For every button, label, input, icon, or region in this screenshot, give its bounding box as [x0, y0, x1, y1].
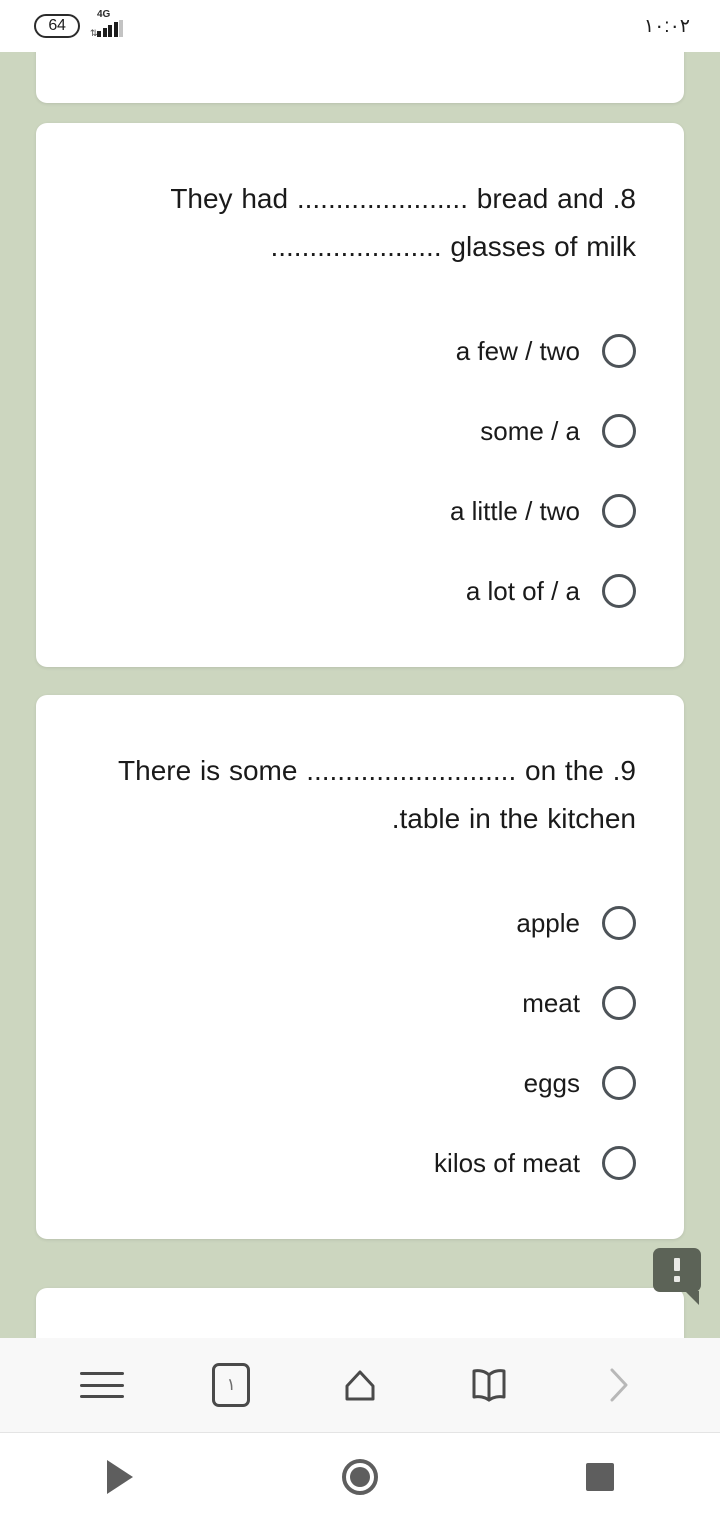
- tabs-button[interactable]: ١: [194, 1348, 268, 1422]
- android-navigation-bar: [0, 1433, 720, 1520]
- open-book-icon[interactable]: [466, 1363, 512, 1407]
- recents-square-icon[interactable]: [586, 1462, 614, 1491]
- option-label[interactable]: eggs: [524, 1068, 580, 1099]
- nav-home-button[interactable]: [240, 1433, 480, 1520]
- browser-toolbar: ١: [0, 1338, 720, 1433]
- battery-level-text: 64: [48, 17, 66, 34]
- signal-bars-icon: [97, 20, 123, 37]
- radio-button-icon[interactable]: [602, 574, 636, 608]
- option-row[interactable]: eggs: [84, 1043, 636, 1123]
- option-label[interactable]: kilos of meat: [434, 1148, 580, 1179]
- question-card-partial-below[interactable]: [36, 1288, 684, 1338]
- signal-icon: 4G ⇅: [90, 9, 126, 41]
- exclamation-mark-icon: [674, 1258, 680, 1282]
- warning-tooltip-bubble[interactable]: [653, 1248, 701, 1305]
- option-label[interactable]: a little / two: [450, 496, 580, 527]
- nav-back-button[interactable]: [0, 1433, 240, 1520]
- data-transfer-arrows-icon: ⇅: [90, 28, 97, 38]
- radio-button-icon[interactable]: [602, 1146, 636, 1180]
- radio-button-icon[interactable]: [602, 1066, 636, 1100]
- question-9-prompt: There is some ..........................…: [36, 695, 684, 843]
- question-8-prompt-line-1: They had ...................... bread an…: [170, 183, 636, 214]
- option-label[interactable]: a lot of / a: [466, 576, 580, 607]
- option-row[interactable]: a lot of / a: [84, 551, 636, 631]
- option-row[interactable]: a little / two: [84, 471, 636, 551]
- question-8-options: a few / two some / a a little / two a lo…: [36, 271, 684, 631]
- question-card-9[interactable]: There is some ..........................…: [36, 695, 684, 1239]
- status-bar: 64 4G ⇅ ١٠:٠٢: [0, 0, 720, 52]
- option-row[interactable]: some / a: [84, 391, 636, 471]
- status-bar-clock: ١٠:٠٢: [643, 15, 690, 37]
- back-triangle-icon[interactable]: [107, 1459, 133, 1494]
- option-label[interactable]: apple: [516, 908, 580, 939]
- radio-button-icon[interactable]: [602, 414, 636, 448]
- question-card-8[interactable]: They had ...................... bread an…: [36, 123, 684, 667]
- chevron-forward-icon[interactable]: [598, 1360, 638, 1410]
- bookmarks-button[interactable]: [452, 1348, 526, 1422]
- radio-button-icon[interactable]: [602, 334, 636, 368]
- network-type-label: 4G: [97, 9, 111, 20]
- option-row[interactable]: meat: [84, 963, 636, 1043]
- battery-level-badge: 64: [34, 14, 80, 38]
- hamburger-menu-icon[interactable]: [80, 1372, 125, 1398]
- radio-button-icon[interactable]: [602, 986, 636, 1020]
- radio-button-icon[interactable]: [602, 494, 636, 528]
- nav-recents-button[interactable]: [480, 1433, 720, 1520]
- status-bar-left-group: 64 4G ⇅: [0, 9, 126, 41]
- home-button[interactable]: [323, 1348, 397, 1422]
- question-9-prompt-line-1: There is some ..........................…: [118, 755, 636, 786]
- menu-button[interactable]: [65, 1348, 139, 1422]
- question-9-options: apple meat eggs kilos of meat: [36, 843, 684, 1203]
- option-label[interactable]: some / a: [480, 416, 580, 447]
- radio-button-icon[interactable]: [602, 906, 636, 940]
- option-row[interactable]: kilos of meat: [84, 1123, 636, 1203]
- question-9-prompt-line-2: .table in the kitchen: [391, 803, 636, 834]
- home-icon[interactable]: [337, 1362, 383, 1408]
- forward-button[interactable]: [581, 1348, 655, 1422]
- tab-counter-icon[interactable]: ١: [212, 1363, 251, 1407]
- option-row[interactable]: a few / two: [84, 311, 636, 391]
- option-label[interactable]: a few / two: [456, 336, 580, 367]
- home-circle-icon[interactable]: [342, 1458, 378, 1495]
- web-page-content[interactable]: They had ...................... bread an…: [0, 0, 720, 1338]
- option-row[interactable]: apple: [84, 883, 636, 963]
- option-label[interactable]: meat: [522, 988, 580, 1019]
- question-8-prompt-line-2: ...................... glasses of milk: [270, 231, 636, 262]
- tab-count-label: ١: [226, 1375, 236, 1394]
- question-8-prompt: They had ...................... bread an…: [36, 123, 684, 271]
